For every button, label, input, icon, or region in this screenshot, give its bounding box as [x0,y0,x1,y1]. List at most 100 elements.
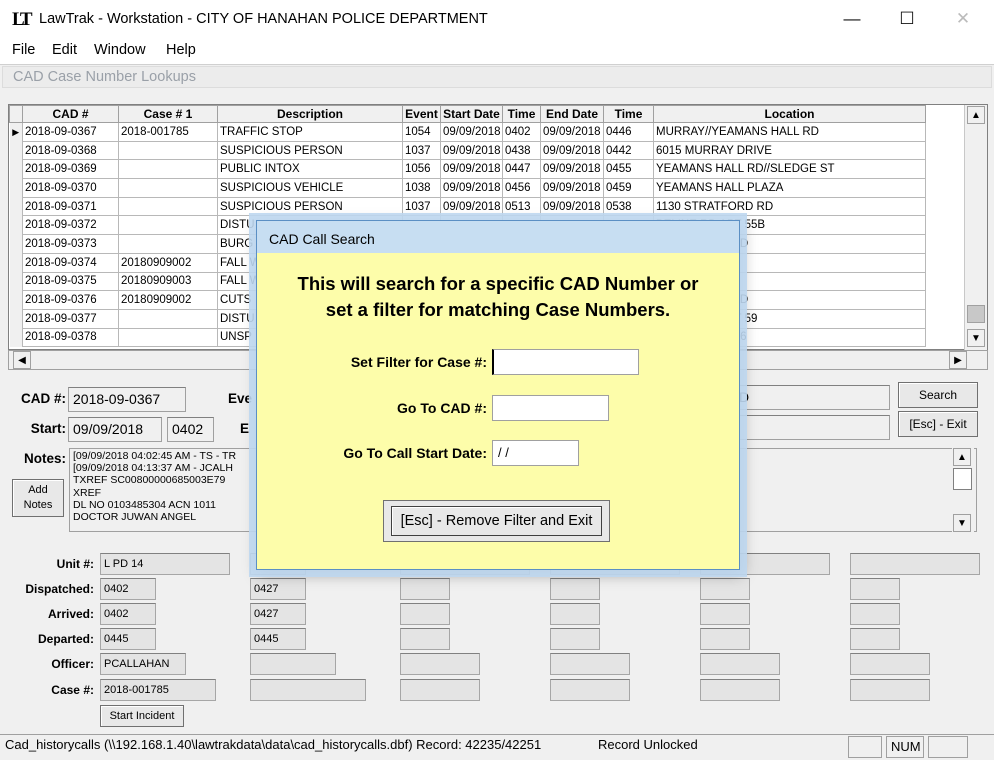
unit4-departed-field[interactable] [550,628,600,650]
row-indicator[interactable] [9,159,23,179]
col-header-start-time[interactable]: Time [502,105,541,123]
unit4-arrived-field[interactable] [550,603,600,625]
unit2-departed-field[interactable]: 0445 [250,628,306,650]
cell-cad[interactable]: 2018-09-0371 [22,196,119,217]
remove-filter-exit-button[interactable]: [Esc] - Remove Filter and Exit [383,500,610,542]
cell-end-date[interactable]: 09/09/2018 [540,159,604,180]
cell-case1[interactable]: 2018-001785 [118,122,218,142]
cell-end-date[interactable]: 09/09/2018 [540,196,604,217]
cell-case1[interactable] [118,308,218,329]
unit6-departed-field[interactable] [850,628,900,650]
col-header-start-date[interactable]: Start Date [440,105,503,123]
cell-case1[interactable]: 20180909002 [118,252,218,273]
menu-window[interactable]: Window [94,42,146,58]
unit2-dispatched-field[interactable]: 0427 [250,578,306,600]
scroll-down-icon[interactable]: ▼ [967,329,985,347]
unit4-dispatched-field[interactable] [550,578,600,600]
unit4-case-field[interactable] [550,679,630,701]
cell-cad[interactable]: 2018-09-0373 [22,234,119,254]
cell-case1[interactable] [118,178,218,198]
cell-event[interactable]: 1037 [402,140,441,161]
cell-end-time[interactable]: 0455 [603,159,654,180]
cell-end-time[interactable]: 0538 [603,196,654,217]
row-indicator[interactable] [9,178,23,198]
cell-case1[interactable]: 20180909002 [118,290,218,310]
cell-description[interactable]: SUSPICIOUS PERSON [217,196,403,217]
cell-start-time[interactable]: 0447 [502,159,541,180]
unit1-dispatched-field[interactable]: 0402 [100,578,156,600]
notes-scrollbar[interactable]: ▲ ▼ [952,448,974,534]
scroll-thumb[interactable] [967,305,985,323]
scroll-right-icon[interactable]: ▶ [949,351,967,369]
cell-case1[interactable] [118,234,218,254]
unit6-officer-field[interactable] [850,653,930,675]
unit6-case-field[interactable] [850,679,930,701]
cell-description[interactable]: TRAFFIC STOP [217,122,403,142]
detail-right-field-2[interactable] [734,415,890,440]
cell-end-date[interactable]: 09/09/2018 [540,178,604,198]
row-indicator[interactable] [9,215,23,235]
row-indicator[interactable] [9,141,23,160]
cell-cad[interactable]: 2018-09-0374 [22,252,119,273]
row-indicator[interactable] [9,253,23,272]
cell-case1[interactable] [118,327,218,348]
cell-cad[interactable]: 2018-09-0375 [22,271,119,292]
start-time-field[interactable]: 0402 [167,417,214,442]
table-row[interactable]: 2018-09-0368 SUSPICIOUS PERSON 1037 09/09/2… [9,140,926,161]
cell-description[interactable]: PUBLIC INTOX [217,159,403,180]
cell-start-time[interactable]: 0438 [502,140,541,161]
cell-case1[interactable] [118,140,218,161]
cell-location[interactable]: 6015 MURRAY DRIVE [653,140,926,161]
cell-event[interactable]: 1038 [402,178,441,198]
col-header-location[interactable]: Location [653,105,926,123]
filter-case-input[interactable] [492,349,639,375]
cell-location[interactable]: 1130 STRATFORD RD [653,196,926,217]
cell-description[interactable]: SUSPICIOUS VEHICLE [217,178,403,198]
cell-cad[interactable]: 2018-09-0369 [22,159,119,180]
cell-case1[interactable]: 20180909003 [118,271,218,292]
cell-case1[interactable] [118,215,218,236]
maximize-button[interactable]: ☐ [884,0,930,38]
unit3-officer-field[interactable] [400,653,480,675]
cell-cad[interactable]: 2018-09-0367 [22,122,119,142]
detail-right-field-1[interactable]: D [734,385,890,410]
cell-cad[interactable]: 2018-09-0376 [22,290,119,310]
cell-location[interactable]: YEAMANS HALL RD//SLEDGE ST [653,159,926,180]
row-indicator[interactable] [9,272,23,291]
unit5-dispatched-field[interactable] [700,578,750,600]
unit5-arrived-field[interactable] [700,603,750,625]
unit3-dispatched-field[interactable] [400,578,450,600]
cell-start-time[interactable]: 0402 [502,122,541,142]
menu-edit[interactable]: Edit [52,42,77,58]
scroll-down-icon[interactable]: ▼ [953,514,971,532]
scroll-up-icon[interactable]: ▲ [967,106,985,124]
menu-file[interactable]: File [12,42,35,58]
unit6-unit-field[interactable] [850,553,980,575]
row-indicator[interactable] [9,328,23,347]
cell-start-time[interactable]: 0513 [502,196,541,217]
search-button[interactable]: Search [898,382,978,408]
row-indicator[interactable] [9,309,23,329]
current-row-indicator-icon[interactable]: ▶ [9,122,23,142]
menu-help[interactable]: Help [166,42,196,58]
unit2-arrived-field[interactable]: 0427 [250,603,306,625]
unit2-case-field[interactable] [250,679,366,701]
cell-end-time[interactable]: 0442 [603,140,654,161]
cell-case1[interactable] [118,196,218,217]
unit1-case-field[interactable]: 2018-001785 [100,679,216,701]
cell-start-date[interactable]: 09/09/2018 [440,178,503,198]
cell-description[interactable]: SUSPICIOUS PERSON [217,140,403,161]
unit3-departed-field[interactable] [400,628,450,650]
scroll-up-icon[interactable]: ▲ [953,448,971,466]
unit1-departed-field[interactable]: 0445 [100,628,156,650]
add-notes-button[interactable]: Add Notes [12,479,64,517]
scroll-thumb[interactable] [953,468,972,490]
unit5-case-field[interactable] [700,679,780,701]
cell-end-time[interactable]: 0446 [603,122,654,142]
cell-case1[interactable] [118,159,218,180]
close-button[interactable]: ✕ [940,0,986,38]
cad-number-field[interactable]: 2018-09-0367 [68,387,186,412]
cell-cad[interactable]: 2018-09-0370 [22,178,119,198]
cell-cad[interactable]: 2018-09-0372 [22,215,119,236]
cell-cad[interactable]: 2018-09-0368 [22,140,119,161]
